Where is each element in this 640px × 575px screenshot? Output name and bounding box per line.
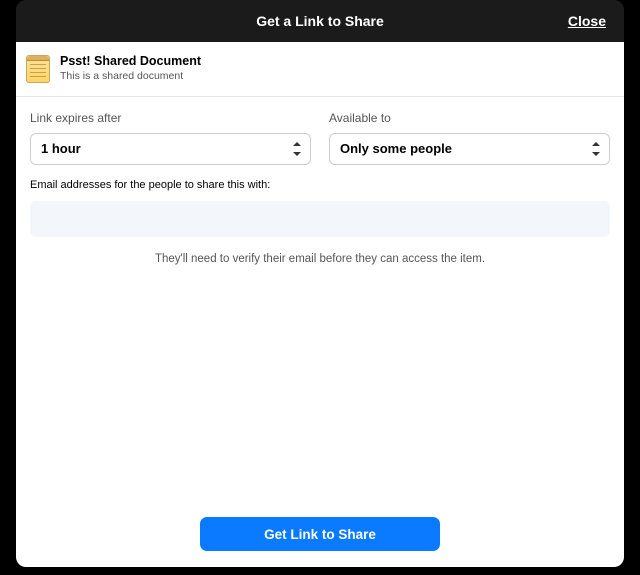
available-value: Only some people — [340, 141, 452, 156]
dialog-panel: Psst! Shared Document This is a shared d… — [16, 42, 624, 567]
updown-stepper-icon — [591, 142, 601, 156]
dialog-content: Link expires after 1 hour Available to O… — [16, 97, 624, 567]
expires-value: 1 hour — [41, 141, 81, 156]
options-row: Link expires after 1 hour Available to O… — [30, 111, 610, 165]
expires-field: Link expires after 1 hour — [30, 111, 311, 165]
dialog-titlebar: Get a Link to Share Close — [16, 0, 624, 42]
document-header: Psst! Shared Document This is a shared d… — [16, 42, 624, 97]
share-dialog: Get a Link to Share Close Psst! Shared D… — [16, 0, 624, 567]
notes-document-icon — [26, 55, 50, 83]
emails-hint: They'll need to verify their email befor… — [30, 253, 610, 265]
updown-stepper-icon — [292, 142, 302, 156]
get-link-button[interactable]: Get Link to Share — [200, 517, 440, 551]
dialog-footer: Get Link to Share — [30, 503, 610, 567]
expires-select[interactable]: 1 hour — [30, 133, 311, 165]
document-title: Psst! Shared Document — [60, 54, 201, 69]
dialog-title: Get a Link to Share — [256, 13, 384, 29]
emails-input[interactable] — [30, 201, 610, 237]
document-info: Psst! Shared Document This is a shared d… — [60, 54, 201, 84]
available-select[interactable]: Only some people — [329, 133, 610, 165]
document-subtitle: This is a shared document — [60, 70, 201, 84]
close-button[interactable]: Close — [568, 13, 606, 29]
available-field: Available to Only some people — [329, 111, 610, 165]
available-label: Available to — [329, 111, 610, 125]
emails-label: Email addresses for the people to share … — [30, 179, 610, 191]
expires-label: Link expires after — [30, 111, 311, 125]
